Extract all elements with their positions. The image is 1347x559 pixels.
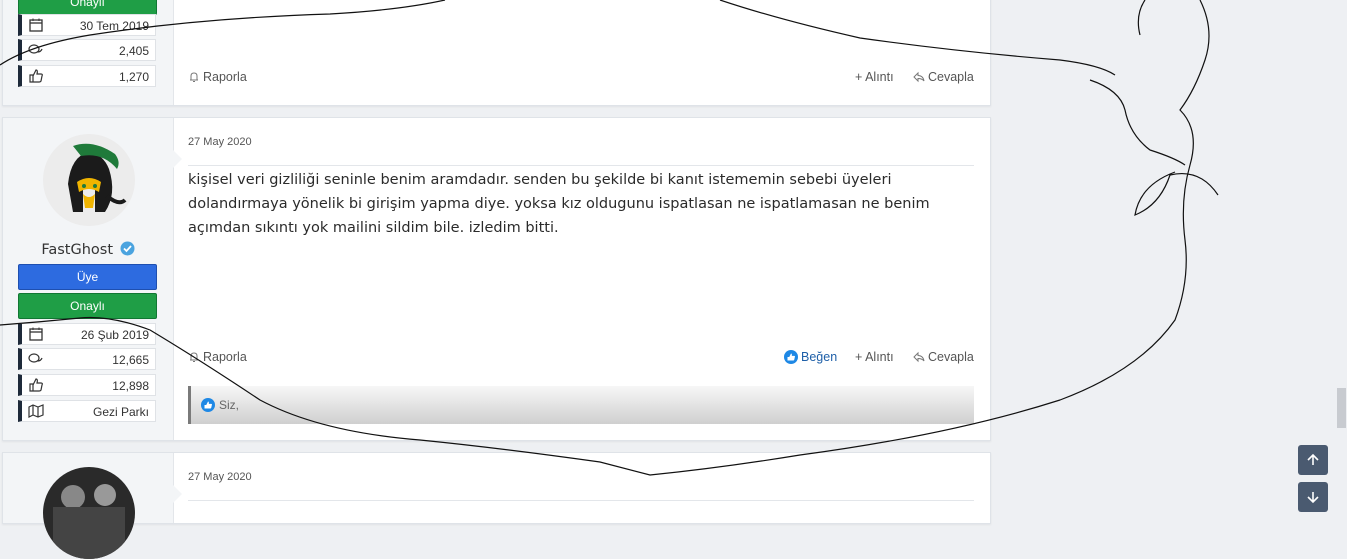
stat-reactions-value: 12,898: [112, 379, 149, 393]
stat-reactions: 1,270: [18, 65, 156, 87]
post-3: 27 May 2020: [2, 452, 991, 559]
user-column-arrow: [173, 485, 182, 503]
badge-onayli: Onaylı: [18, 293, 157, 319]
stat-messages: 2,405: [18, 39, 156, 61]
thumbs-up-icon: [29, 378, 43, 392]
reply-label: Cevapla: [928, 70, 974, 84]
like-label: Beğen: [801, 350, 838, 364]
like-icon: [784, 350, 798, 364]
post-date[interactable]: 27 May 2020: [188, 471, 252, 483]
calendar-icon: [29, 327, 43, 341]
post-2-user-column: FastGhost Üye Onaylı 26 Şub 2019 12,665 …: [3, 118, 182, 440]
divider: [188, 500, 974, 501]
avatar[interactable]: [43, 467, 135, 559]
divider: [188, 165, 974, 166]
like-icon: [201, 398, 215, 412]
reply-label: Cevapla: [928, 350, 974, 364]
stat-reactions: 12,898: [18, 374, 156, 396]
stat-messages-value: 2,405: [118, 44, 149, 58]
post-2: FastGhost Üye Onaylı 26 Şub 2019 12,665 …: [2, 117, 991, 441]
photo-avatar: [43, 467, 135, 559]
quote-label: + Alıntı: [855, 70, 894, 84]
post-1-content: Raporla + Alıntı Cevapla: [188, 0, 974, 105]
stat-location: Gezi Parkı: [18, 400, 156, 422]
post-message: kişisel veri gizliliği seninle benim ara…: [188, 172, 930, 236]
calendar-icon: [29, 18, 43, 32]
scroll-top-button[interactable]: [1298, 445, 1328, 475]
post-3-content: 27 May 2020: [188, 453, 974, 523]
username[interactable]: FastGhost: [3, 241, 173, 258]
bell-icon: [190, 352, 198, 362]
reply-icon: [913, 351, 925, 363]
post-2-actions: Raporla Beğen + Alıntı Cevapla: [188, 350, 974, 368]
user-column-arrow: [173, 150, 182, 168]
post-1: Onaylı 30 Tem 2019 2,405 1,270 Raporla +…: [2, 0, 991, 106]
quote-button[interactable]: + Alıntı: [855, 350, 894, 364]
stat-reactions-value: 1,270: [118, 70, 149, 84]
stat-joined: 26 Şub 2019: [18, 323, 156, 345]
stat-joined-value: 30 Tem 2019: [79, 19, 149, 33]
likes-bar[interactable]: Siz,: [188, 386, 974, 424]
page-scrollbar-thumb[interactable]: [1337, 388, 1346, 428]
report-button[interactable]: Raporla: [188, 70, 247, 84]
username-text: FastGhost: [41, 242, 114, 258]
thumbs-up-icon: [29, 69, 43, 83]
report-button[interactable]: Raporla: [188, 350, 247, 364]
badge-onayli: Onaylı: [18, 0, 157, 15]
post-3-user-column: [3, 453, 182, 559]
post-2-content: 27 May 2020 kişisel veri gizliliği senin…: [188, 118, 974, 440]
post-1-user-column: Onaylı 30 Tem 2019 2,405 1,270: [3, 0, 174, 105]
avatar[interactable]: [43, 134, 135, 226]
quote-label: + Alıntı: [855, 350, 894, 364]
stat-location-value: Gezi Parkı: [92, 405, 149, 419]
report-label: Raporla: [203, 350, 247, 364]
reply-icon: [913, 71, 925, 83]
arrow-up-icon: [1307, 453, 1319, 465]
like-button[interactable]: Beğen: [784, 350, 837, 364]
stat-messages-value: 12,665: [112, 353, 149, 367]
messages-icon: [28, 353, 43, 363]
stat-joined-value: 26 Şub 2019: [80, 328, 149, 342]
verified-icon: [120, 241, 135, 256]
likes-text[interactable]: Siz,: [219, 398, 239, 412]
reply-button[interactable]: Cevapla: [913, 70, 974, 84]
report-label: Raporla: [203, 70, 247, 84]
post-1-actions: Raporla + Alıntı Cevapla: [188, 70, 974, 88]
stat-messages: 12,665: [18, 348, 156, 370]
reply-button[interactable]: Cevapla: [913, 350, 974, 364]
quote-button[interactable]: + Alıntı: [855, 70, 894, 84]
map-icon: [28, 404, 44, 418]
badge-uye: Üye: [18, 264, 157, 290]
stat-joined: 30 Tem 2019: [18, 14, 156, 36]
bell-icon: [190, 72, 198, 82]
messages-icon: [28, 44, 43, 54]
spartan-helmet-avatar: [43, 134, 135, 226]
post-date[interactable]: 27 May 2020: [188, 136, 252, 148]
scroll-bottom-button[interactable]: [1298, 482, 1328, 512]
